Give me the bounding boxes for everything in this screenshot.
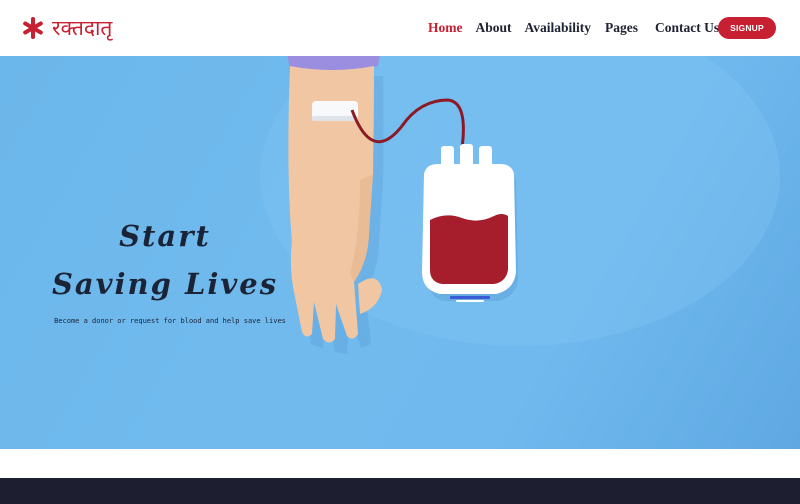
brand-logo[interactable]: रक्तदातृ bbox=[22, 12, 112, 44]
footer-band bbox=[0, 478, 800, 504]
hero-subtitle: Become a donor or request for blood and … bbox=[54, 317, 286, 325]
nav-item-contact-us[interactable]: Contact Us bbox=[655, 18, 719, 38]
main-nav: Home About Availability Pages Contact Us bbox=[428, 18, 719, 38]
nav-item-home[interactable]: Home bbox=[428, 18, 463, 38]
brand-name: रक्तदातृ bbox=[52, 15, 113, 40]
hero-title-line-1: Start bbox=[119, 219, 211, 253]
hero-section: Start Saving Lives Become a donor or req… bbox=[0, 56, 800, 449]
signup-button[interactable]: SIGNUP bbox=[718, 17, 776, 39]
section-spacer bbox=[0, 449, 800, 478]
asterisk-icon bbox=[23, 17, 43, 39]
navbar: रक्तदातृ Home About Availability Pages C… bbox=[0, 0, 800, 56]
nav-item-about[interactable]: About bbox=[476, 18, 512, 38]
nav-item-availability[interactable]: Availability bbox=[525, 18, 592, 38]
hero-title-line-2: Saving Lives bbox=[51, 267, 279, 301]
nav-item-pages[interactable]: Pages bbox=[605, 18, 638, 38]
